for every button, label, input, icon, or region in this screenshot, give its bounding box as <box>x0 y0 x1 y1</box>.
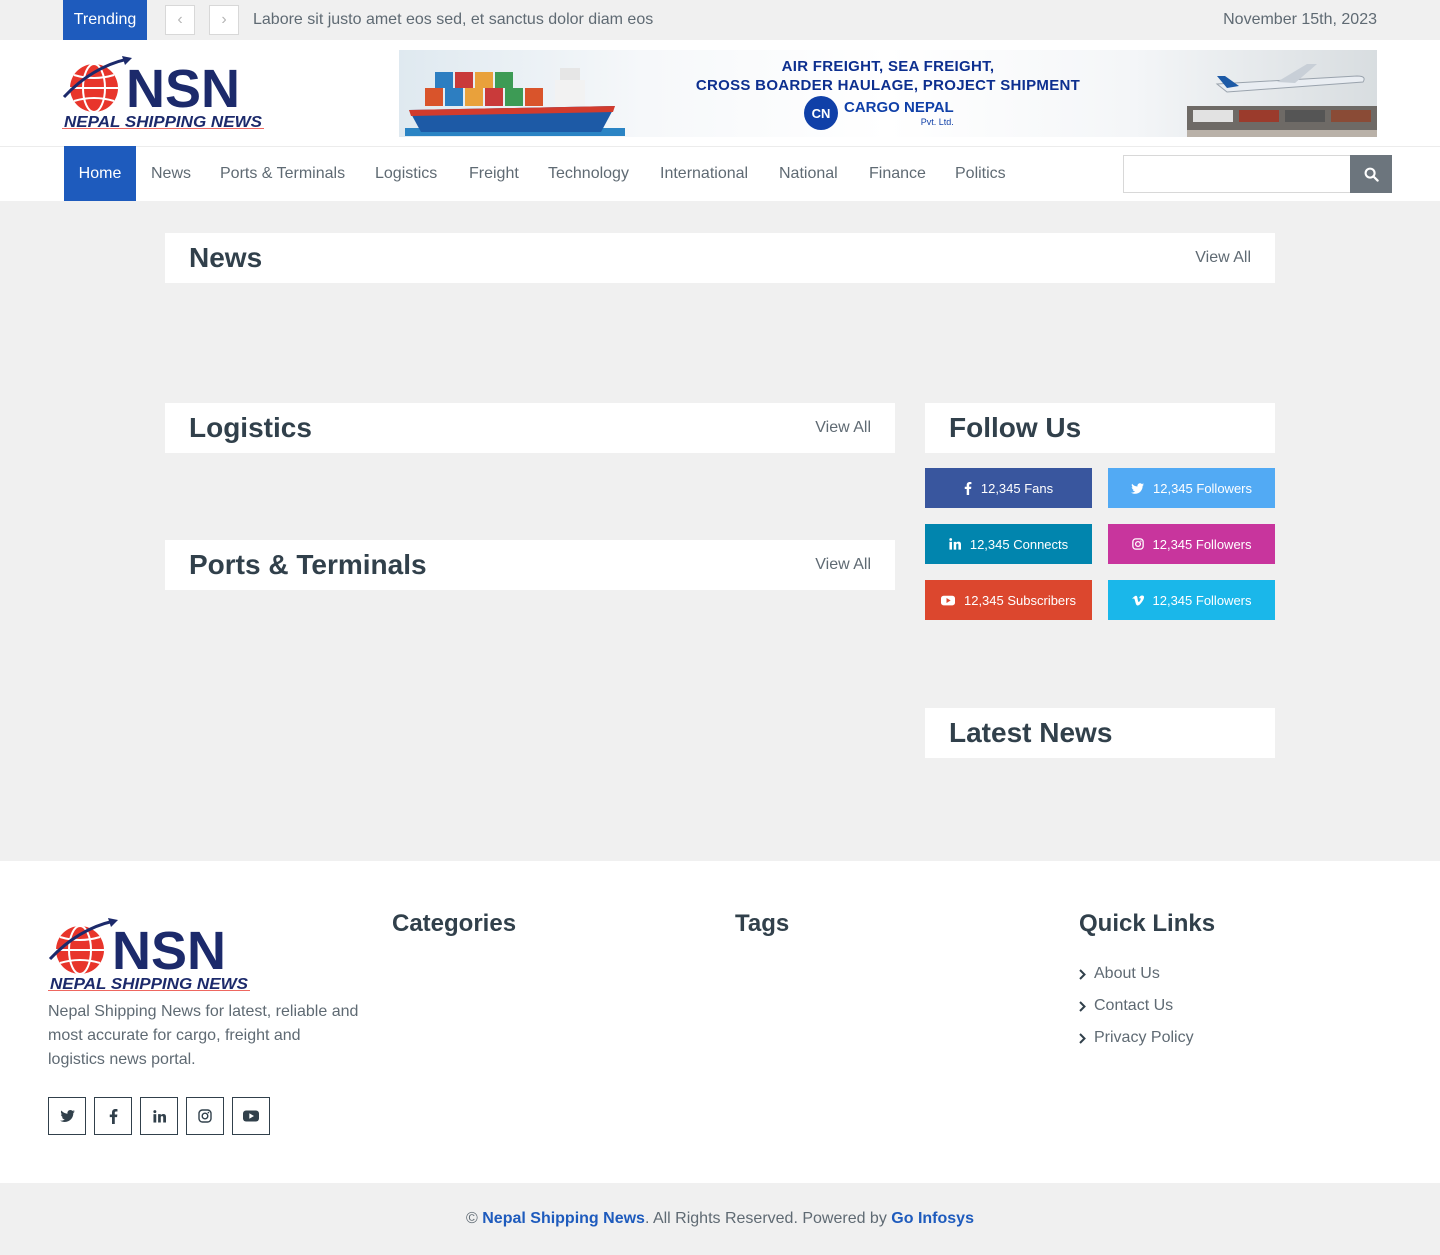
facebook-icon <box>964 481 972 495</box>
airplane-train-illustration <box>1187 64 1377 137</box>
chevron-left-icon: ‹ <box>177 11 183 28</box>
nav-item-national[interactable]: National <box>779 146 838 201</box>
youtube-count: 12,345 Subscribers <box>963 592 1076 608</box>
twitter-icon <box>1131 482 1144 494</box>
globe-icon <box>62 56 132 113</box>
footer-logo-mark: NSN <box>112 921 226 981</box>
nav-item-technology[interactable]: Technology <box>548 146 629 201</box>
instagram-icon <box>198 1109 212 1123</box>
news-section-header: News View All <box>165 233 1275 283</box>
chevron-right-icon <box>1079 1000 1086 1012</box>
cargo-nepal-logo-icon: CN <box>804 96 838 130</box>
logistics-view-all-link[interactable]: View All <box>815 403 871 453</box>
youtube-icon <box>243 1110 259 1122</box>
cargo-nepal-brand: CN CARGO NEPAL Pvt. Ltd. <box>804 96 972 130</box>
trending-headline-link[interactable]: Labore sit justo amet eos sed, et sanctu… <box>253 0 653 40</box>
trending-label: Trending <box>63 0 147 40</box>
facebook-follow-button[interactable]: 12,345 Fans <box>925 468 1092 508</box>
nav-item-logistics[interactable]: Logistics <box>375 146 437 201</box>
nav-item-news[interactable]: News <box>151 146 191 201</box>
powered-by-link[interactable]: Go Infosys <box>891 1210 974 1228</box>
nav-item-freight[interactable]: Freight <box>469 146 519 201</box>
footer-categories-title: Categories <box>392 910 517 937</box>
copyright-symbol: © <box>466 1210 483 1227</box>
footer-twitter-button[interactable] <box>48 1097 86 1135</box>
trending-next-button[interactable]: › <box>209 5 239 35</box>
youtube-follow-button[interactable]: 12,345 Subscribers <box>925 580 1092 620</box>
site-logo[interactable]: NSN NEPAL SHIPPING NEWS <box>62 55 264 129</box>
footer-quicklinks-title: Quick Links <box>1079 910 1216 937</box>
copyright-text: . All Rights Reserved. Powered by <box>644 1210 892 1227</box>
brand-suffix: Pvt. Ltd. <box>920 117 954 127</box>
quicklink-about-us[interactable]: About Us <box>1079 962 1160 986</box>
brand-name: CARGO NEPAL <box>844 99 954 116</box>
site-name-link[interactable]: Nepal Shipping News <box>482 1210 645 1228</box>
globe-icon <box>48 918 118 975</box>
search-icon <box>1364 167 1379 182</box>
nav-item-politics[interactable]: Politics <box>955 146 1006 201</box>
ports-section-header: Ports & Terminals View All <box>165 540 895 590</box>
latest-news-header: Latest News <box>925 708 1275 758</box>
trending-prev-button[interactable]: ‹ <box>165 5 195 35</box>
chevron-right-icon <box>1079 1032 1086 1044</box>
youtube-icon <box>940 595 955 605</box>
copyright-bar: © Nepal Shipping News. All Rights Reserv… <box>0 1183 1440 1255</box>
instagram-follow-button[interactable]: 12,345 Followers <box>1108 524 1275 564</box>
logistics-section-header: Logistics View All <box>165 403 895 453</box>
ports-view-all-link[interactable]: View All <box>815 540 871 590</box>
chevron-right-icon: › <box>221 11 227 28</box>
footer-logo[interactable]: NSN NEPAL SHIPPING NEWS <box>48 917 250 991</box>
latest-news-title: Latest News <box>949 717 1113 748</box>
instagram-icon <box>1131 538 1144 550</box>
facebook-count: 12,345 Fans <box>980 480 1054 496</box>
current-date: November 15th, 2023 <box>1223 11 1377 28</box>
cargo-nepal-ad-banner[interactable]: AIR FREIGHT, SEA FREIGHT, CROSS BOARDER … <box>399 50 1377 137</box>
chevron-right-icon <box>1079 968 1086 980</box>
footer-linkedin-button[interactable] <box>140 1097 178 1135</box>
linkedin-follow-button[interactable]: 12,345 Connects <box>925 524 1092 564</box>
nav-item-finance[interactable]: Finance <box>869 146 926 201</box>
ports-section-title: Ports & Terminals <box>189 549 427 580</box>
instagram-count: 12,345 Followers <box>1152 536 1252 552</box>
news-view-all-link[interactable]: View All <box>1195 233 1251 283</box>
linkedin-icon <box>152 1109 166 1123</box>
linkedin-icon <box>949 538 961 550</box>
footer-about-text: Nepal Shipping News for latest, reliable… <box>48 1003 359 1068</box>
nav-item-ports-terminals[interactable]: Ports & Terminals <box>220 146 345 201</box>
follow-us-header: Follow Us <box>925 403 1275 453</box>
footer-logo-subtitle: NEPAL SHIPPING NEWS <box>50 976 249 991</box>
linkedin-count: 12,345 Connects <box>969 536 1069 552</box>
quicklink-label: Contact Us <box>1094 997 1174 1014</box>
vimeo-icon <box>1131 595 1144 606</box>
footer-facebook-button[interactable] <box>94 1097 132 1135</box>
nav-item-home[interactable]: Home <box>64 146 136 201</box>
twitter-count: 12,345 Followers <box>1153 480 1252 496</box>
facebook-icon <box>109 1108 117 1124</box>
nav-item-international[interactable]: International <box>660 146 748 201</box>
search-button[interactable] <box>1350 155 1392 193</box>
logistics-section-title: Logistics <box>189 412 312 443</box>
follow-us-title: Follow Us <box>949 412 1082 443</box>
footer-youtube-button[interactable] <box>232 1097 270 1135</box>
twitter-follow-button[interactable]: 12,345 Followers <box>1108 468 1275 508</box>
quicklink-privacy-policy[interactable]: Privacy Policy <box>1079 1026 1194 1050</box>
vimeo-follow-button[interactable]: 12,345 Followers <box>1108 580 1275 620</box>
logo-subtitle: NEPAL SHIPPING NEWS <box>64 114 263 129</box>
search-input[interactable] <box>1123 155 1351 193</box>
quicklink-contact-us[interactable]: Contact Us <box>1079 994 1173 1018</box>
twitter-icon <box>59 1110 75 1122</box>
vimeo-count: 12,345 Followers <box>1152 592 1252 608</box>
footer-instagram-button[interactable] <box>186 1097 224 1135</box>
logo-mark: NSN <box>126 59 240 119</box>
quicklink-label: About Us <box>1094 965 1160 982</box>
news-section-title: News <box>189 242 263 273</box>
footer-tags-title: Tags <box>735 910 790 937</box>
quicklink-label: Privacy Policy <box>1094 1029 1194 1046</box>
